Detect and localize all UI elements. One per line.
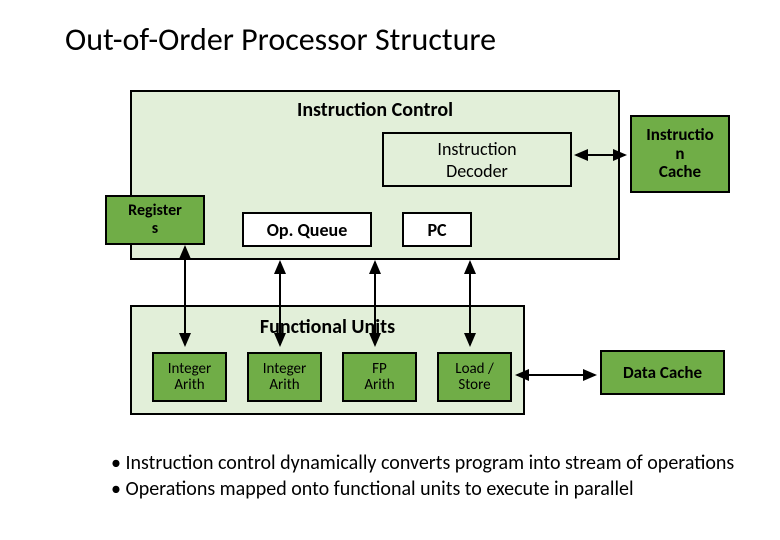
fu-fp-arith: FPArith [342, 352, 417, 402]
functional-units-group: Functional Units IntegerArith IntegerAri… [130, 305, 525, 415]
instruction-decoder-box: InstructionDecoder [382, 132, 572, 187]
instruction-control-label: Instruction Control [132, 98, 618, 122]
instruction-cache-block: InstructionCache [630, 115, 730, 193]
bullet-item: Instruction control dynamically converts… [95, 450, 735, 476]
op-queue-box: Op. Queue [242, 212, 372, 247]
fu-integer-arith-2: IntegerArith [247, 352, 322, 402]
slide-title: Out-of-Order Processor Structure [65, 20, 496, 59]
fu-load-store: Load /Store [437, 352, 512, 402]
fu-integer-arith-1: IntegerArith [152, 352, 227, 402]
bullet-list: Instruction control dynamically converts… [55, 450, 735, 502]
functional-units-label: Functional Units [132, 315, 523, 339]
bullet-item: Operations mapped onto functional units … [95, 476, 735, 502]
pc-box: PC [402, 212, 472, 247]
data-cache-block: Data Cache [600, 350, 725, 395]
registers-block: Registers [105, 195, 205, 245]
